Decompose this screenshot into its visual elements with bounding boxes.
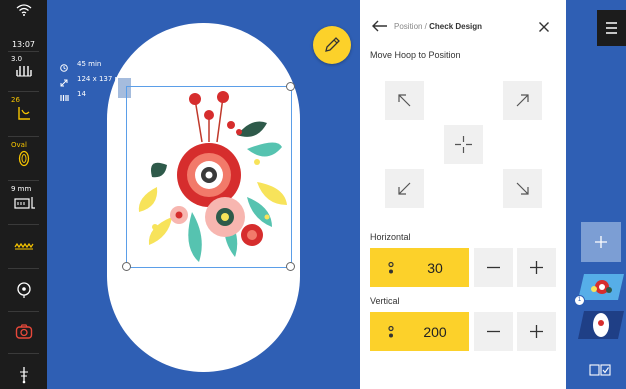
divider (8, 180, 39, 181)
plus-icon (530, 325, 543, 338)
vertical-adjust-icon (388, 325, 394, 338)
edit-fab-button[interactable] (313, 26, 351, 64)
tension-value: 26 (11, 96, 20, 104)
hoop-attach-button[interactable] (15, 324, 33, 345)
hoop-attach-icon (15, 324, 33, 339)
arrow-down-left-icon (398, 182, 411, 195)
design-time: 45 min (77, 60, 102, 68)
move-down-right-button[interactable] (503, 169, 542, 208)
status-time: 13:07 (11, 40, 36, 49)
presser-foot-icon (14, 197, 35, 209)
stitch-speed-button[interactable] (16, 64, 33, 83)
design-thumbnail-2[interactable] (576, 309, 626, 343)
menu-button[interactable] (597, 10, 626, 46)
vertical-value-field[interactable]: 200 (370, 312, 469, 351)
vertical-value: 200 (423, 324, 447, 340)
breadcrumb: Position / Check Design (394, 22, 482, 31)
close-icon (539, 22, 549, 32)
stitch-pattern-button[interactable] (14, 238, 34, 256)
resize-handle-top-right[interactable] (286, 82, 295, 91)
presser-foot-button[interactable] (14, 196, 36, 215)
hoop-design-thumbnail (578, 311, 624, 339)
plus-icon (595, 236, 607, 248)
minus-icon (487, 330, 500, 333)
thread-tension-button[interactable] (16, 106, 32, 126)
multi-select-icon (589, 364, 611, 376)
vertical-label: Vertical (370, 296, 400, 306)
breadcrumb-parent[interactable]: Position / (394, 22, 429, 31)
crosshair-icon (455, 136, 472, 153)
hoop-value: Oval (11, 141, 27, 149)
horizontal-value-field[interactable]: 30 (370, 248, 469, 287)
divider (8, 136, 39, 137)
horizontal-adjust-icon (388, 261, 394, 274)
divider (8, 224, 39, 225)
needle-button[interactable] (17, 366, 31, 389)
needle-position-icon (17, 282, 31, 298)
thread-tension-icon (18, 107, 30, 120)
arrow-down-right-icon (516, 182, 529, 195)
needle-position-button[interactable] (16, 281, 32, 304)
left-toolbar: 13:07 3.0 26 Oval 9 mm (0, 0, 47, 389)
needle-icon (20, 367, 28, 384)
resize-handle-bottom-left[interactable] (122, 262, 131, 271)
vertical-increase-button[interactable] (517, 312, 556, 351)
divider (8, 91, 39, 92)
center-hoop-button[interactable] (444, 125, 483, 164)
arrow-left-icon (372, 20, 387, 32)
hamburger-menu-icon (606, 22, 617, 34)
hoop-select-button[interactable] (18, 150, 30, 172)
pencil-icon (325, 37, 340, 52)
divider (8, 353, 39, 354)
vertical-decrease-button[interactable] (474, 312, 513, 351)
wifi-icon (0, 4, 47, 18)
selected-badge: 1 (574, 295, 585, 306)
speed-value: 3.0 (11, 55, 23, 63)
minus-icon (487, 266, 500, 269)
flower-bouquet-design (138, 91, 287, 262)
divider (8, 311, 39, 312)
back-button[interactable] (371, 19, 389, 38)
horizontal-increase-button[interactable] (517, 248, 556, 287)
color-bars-icon (60, 89, 69, 107)
breadcrumb-current: Check Design (429, 22, 483, 31)
section-title: Move Hoop to Position (370, 50, 461, 60)
close-button[interactable] (538, 20, 550, 38)
width-value: 9 mm (11, 185, 32, 193)
design-color-count: 14 (77, 90, 86, 98)
arrow-up-right-icon (516, 94, 529, 107)
move-down-left-button[interactable] (385, 169, 424, 208)
move-up-right-button[interactable] (503, 81, 542, 120)
horizontal-label: Horizontal (370, 232, 411, 242)
add-design-button[interactable] (581, 222, 621, 262)
move-up-left-button[interactable] (385, 81, 424, 120)
plus-icon (530, 261, 543, 274)
resize-handle-bottom-right[interactable] (286, 262, 295, 271)
zigzag-stitch-icon (14, 242, 34, 250)
design-selection-box[interactable] (126, 86, 292, 268)
divider (8, 268, 39, 269)
horizontal-value: 30 (427, 260, 443, 276)
horizontal-decrease-button[interactable] (474, 248, 513, 287)
divider (8, 51, 39, 52)
stitch-speed-icon (16, 66, 32, 77)
arrow-up-left-icon (398, 94, 411, 107)
oval-hoop-icon (18, 150, 30, 167)
select-designs-button[interactable] (589, 363, 611, 381)
